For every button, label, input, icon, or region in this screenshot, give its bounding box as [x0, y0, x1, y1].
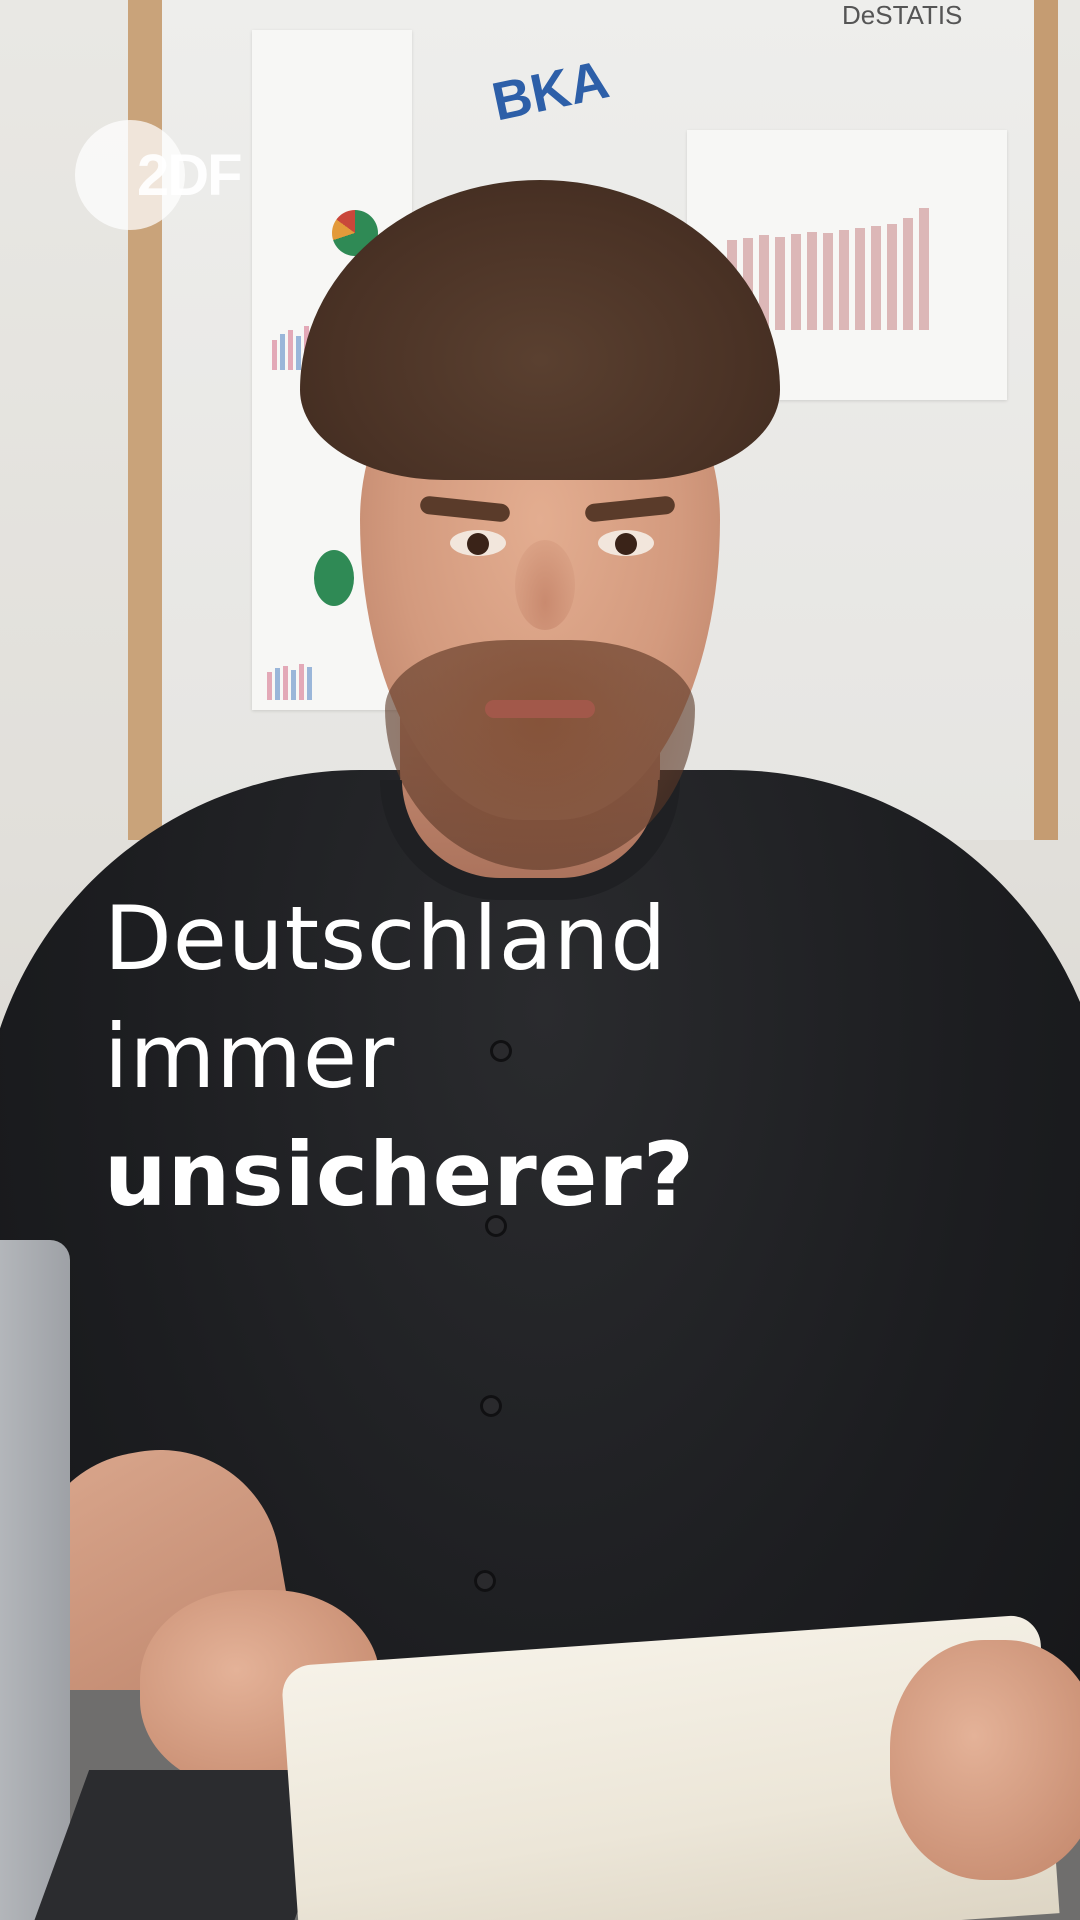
left-eye [450, 530, 506, 556]
person-nose [515, 540, 575, 630]
broadcaster-logo: 2DF [75, 120, 275, 230]
logo-text: 2DF [137, 143, 243, 208]
headline-line-2: immer [104, 1005, 396, 1108]
bar-graphic [267, 660, 312, 700]
shirt-button [480, 1395, 502, 1417]
poster-brand: DeSTATIS [842, 0, 963, 30]
pie-chart-graphic [314, 550, 354, 606]
right-eye [598, 530, 654, 556]
shirt-button [474, 1570, 496, 1592]
person-mouth [485, 700, 595, 718]
laptop [0, 1240, 70, 1920]
headline-line-3: unsicherer? [104, 1123, 695, 1226]
right-hand [890, 1640, 1080, 1880]
video-frame: BKA DeSTATIS 2DF Deutschland immer unsic… [0, 0, 1080, 1920]
headline-line-1: Deutschland [104, 887, 668, 990]
poster-logo: BKA [487, 49, 614, 133]
headline-overlay: Deutschland immer unsicherer? [104, 880, 695, 1234]
